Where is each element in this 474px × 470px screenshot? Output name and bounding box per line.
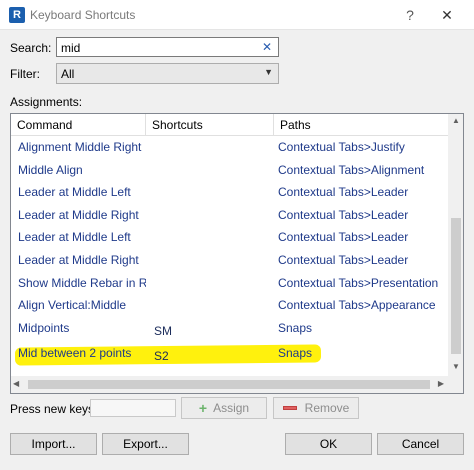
path-cell: Contextual Tabs>Appearance: [278, 298, 436, 313]
command-cell: Show Middle Rebar in R...: [18, 275, 146, 290]
filter-label: Filter:: [10, 67, 40, 81]
revit-app-icon: R: [9, 7, 25, 23]
table-header: Command Shortcuts Paths: [11, 114, 448, 136]
path-cell: Snaps: [278, 346, 313, 360]
horizontal-scroll-thumb[interactable]: [28, 380, 430, 389]
command-cell: Alignment Middle Right: [18, 140, 142, 154]
minus-icon: [282, 405, 297, 410]
table-row[interactable]: Leader at Middle Right Contextual Tabs>L…: [11, 204, 448, 227]
command-cell: Leader at Middle Right: [18, 207, 139, 222]
command-cell: Align Vertical:Middle: [18, 298, 127, 313]
scroll-down-icon[interactable]: ▼: [448, 362, 463, 374]
table-row[interactable]: Align Vertical:Middle Contextual Tabs>Ap…: [11, 294, 448, 317]
press-keys-label: Press new keys:: [10, 402, 98, 416]
path-cell: Contextual Tabs>Justify: [278, 140, 405, 154]
vertical-scroll-thumb[interactable]: [451, 218, 461, 354]
command-cell: Mid between 2 points: [18, 346, 132, 360]
shortcut-cell: [154, 136, 274, 158]
table-row[interactable]: Mid between 2 points S2 Snaps: [11, 342, 448, 365]
shortcut-cell: SM: [154, 323, 172, 338]
filter-value: All: [61, 67, 75, 81]
path-cell: Contextual Tabs>Leader: [278, 185, 409, 200]
shortcut-cell: [154, 272, 274, 294]
path-cell: Contextual Tabs>Leader: [278, 230, 409, 245]
shortcut-cell: [154, 159, 274, 181]
import-button[interactable]: Import...: [10, 433, 97, 455]
scroll-up-icon[interactable]: ▲: [448, 116, 463, 128]
remove-button[interactable]: Remove: [273, 397, 359, 419]
export-button[interactable]: Export...: [102, 433, 189, 455]
command-cell: Leader at Middle Left: [18, 230, 131, 245]
table-row[interactable]: Alignment Middle Right Contextual Tabs>J…: [11, 136, 448, 159]
press-keys-input[interactable]: [90, 399, 176, 417]
command-cell: Midpoints: [18, 320, 70, 335]
column-header-paths[interactable]: Paths: [274, 114, 448, 136]
command-cell: Leader at Middle Right: [18, 253, 139, 267]
path-cell: Contextual Tabs>Presentation: [278, 275, 439, 290]
column-header-command[interactable]: Command: [11, 114, 146, 136]
remove-label: Remove: [304, 401, 350, 415]
filter-dropdown[interactable]: All ▼: [56, 63, 279, 84]
scrollbar-corner: [448, 376, 463, 393]
close-window-button[interactable]: ✕: [434, 5, 460, 25]
cancel-button[interactable]: Cancel: [377, 433, 464, 455]
ok-button[interactable]: OK: [285, 433, 372, 455]
command-cell: Leader at Middle Left: [18, 185, 131, 200]
table-row[interactable]: Show Middle Rebar in R... Contextual Tab…: [11, 272, 448, 295]
shortcut-cell: [154, 181, 274, 203]
path-cell: Snaps: [278, 320, 313, 335]
path-cell: Contextual Tabs>Leader: [278, 207, 409, 222]
shortcut-cell: [154, 294, 274, 316]
window-title: Keyboard Shortcuts: [30, 8, 136, 22]
assignments-table[interactable]: Command Shortcuts Paths Alignment Middle…: [10, 113, 464, 394]
shortcut-cell: [154, 226, 274, 248]
shortcut-cell: [154, 249, 274, 271]
chevron-down-icon: ▼: [264, 67, 273, 77]
search-input[interactable]: mid ✕: [56, 37, 279, 57]
clear-search-icon[interactable]: ✕: [262, 40, 272, 54]
path-cell: Contextual Tabs>Leader: [278, 253, 409, 267]
vertical-scrollbar[interactable]: ▲ ▼: [448, 114, 463, 376]
assignments-label: Assignments:: [10, 95, 83, 109]
assign-button[interactable]: + Assign: [181, 397, 267, 419]
table-row[interactable]: Leader at Middle Left Contextual Tabs>Le…: [11, 226, 448, 249]
column-header-shortcuts[interactable]: Shortcuts: [146, 114, 274, 136]
title-bar: R Keyboard Shortcuts ? ✕: [0, 0, 474, 30]
shortcut-cell: [154, 204, 274, 226]
search-label: Search:: [10, 41, 52, 55]
table-row[interactable]: Midpoints SM Snaps: [11, 317, 448, 340]
search-value: mid: [61, 41, 81, 55]
command-cell: Middle Align: [18, 162, 83, 177]
horizontal-scrollbar[interactable]: ◀ ▶: [11, 376, 448, 393]
scroll-right-icon[interactable]: ▶: [438, 379, 444, 388]
path-cell: Contextual Tabs>Alignment: [278, 162, 425, 177]
shortcut-cell: S2: [154, 349, 169, 363]
table-row[interactable]: Leader at Middle Left Contextual Tabs>Le…: [11, 181, 448, 204]
assign-label: Assign: [213, 401, 250, 415]
table-row[interactable]: Leader at Middle Right Contextual Tabs>L…: [11, 249, 448, 272]
scroll-left-icon[interactable]: ◀: [13, 379, 19, 388]
help-button[interactable]: ?: [400, 5, 420, 25]
table-row[interactable]: Middle Align Contextual Tabs>Alignment: [11, 159, 448, 182]
plus-icon: +: [198, 400, 208, 416]
